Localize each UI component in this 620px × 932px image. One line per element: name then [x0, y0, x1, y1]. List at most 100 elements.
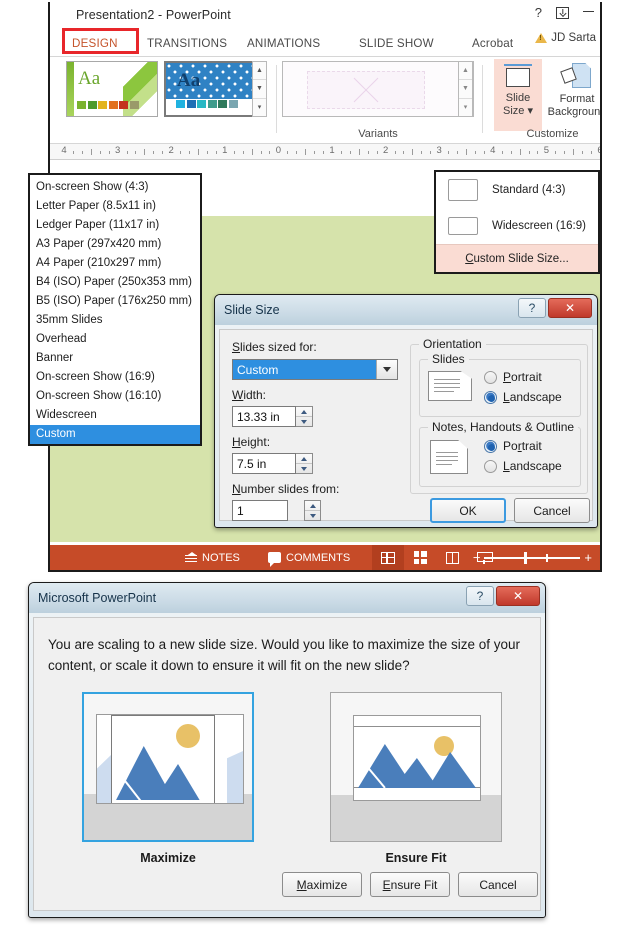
- width-spin-buttons[interactable]: [296, 406, 313, 427]
- number-spin-down-icon[interactable]: [305, 511, 320, 520]
- height-input[interactable]: 7.5 in: [232, 453, 296, 474]
- scaling-cancel-button[interactable]: Cancel: [458, 872, 538, 897]
- variants-scroll-down-icon[interactable]: ▼: [459, 80, 472, 99]
- notes-portrait-radio[interactable]: [484, 439, 497, 453]
- ruler-tick: [269, 151, 271, 154]
- restore-window-icon[interactable]: [556, 6, 569, 19]
- size-option[interactable]: A3 Paper (297x420 mm): [30, 235, 200, 254]
- zoom-slider-handle[interactable]: [524, 551, 528, 564]
- ensure-fit-option[interactable]: Ensure Fit: [330, 692, 502, 865]
- size-option[interactable]: On-screen Show (16:10): [30, 387, 200, 406]
- variant-placeholder[interactable]: [307, 71, 425, 109]
- themes-scroll-up-icon[interactable]: ▲: [253, 62, 266, 81]
- zoom-out-button[interactable]: −: [473, 550, 481, 565]
- size-option[interactable]: B5 (ISO) Paper (176x250 mm): [30, 292, 200, 311]
- horizontal-ruler[interactable]: 4 3 2 1 0 1 2 3 4 5 6: [50, 144, 600, 160]
- ok-button[interactable]: OK: [430, 498, 506, 523]
- slides-group-title: Slides: [428, 352, 469, 366]
- scaling-dialog-titlebar[interactable]: Microsoft PowerPoint ? ✕: [29, 583, 545, 613]
- size-option[interactable]: A4 Paper (210x297 mm): [30, 254, 200, 273]
- number-spin-buttons[interactable]: [304, 500, 321, 521]
- slide-sorter-icon[interactable]: [404, 545, 436, 570]
- tab-slide-show[interactable]: SLIDE SHOW: [357, 37, 436, 50]
- width-spin-up-icon[interactable]: [296, 407, 312, 417]
- themes-more-icon[interactable]: ▾: [253, 99, 266, 116]
- format-background-button[interactable]: Format Background: [546, 59, 600, 131]
- size-option[interactable]: Letter Paper (8.5x11 in): [30, 197, 200, 216]
- variants-more-icon[interactable]: ▾: [459, 99, 472, 116]
- size-option[interactable]: Custom: [30, 425, 200, 444]
- size-option[interactable]: 35mm Slides: [30, 311, 200, 330]
- minimize-window-icon[interactable]: [583, 11, 594, 12]
- size-option[interactable]: Ledger Paper (11x17 in): [30, 216, 200, 235]
- slides-sized-for-combobox[interactable]: Custom: [232, 359, 398, 380]
- slides-portrait-radio-row[interactable]: Portrait: [484, 370, 562, 384]
- chevron-down-icon[interactable]: [376, 360, 397, 379]
- themes-scroll-controls[interactable]: ▲ ▼ ▾: [252, 61, 267, 117]
- notes-portrait-radio-row[interactable]: Portrait: [484, 439, 562, 453]
- height-stepper[interactable]: 7.5 in: [232, 453, 398, 474]
- help-question-icon[interactable]: ?: [466, 586, 494, 606]
- comments-button[interactable]: COMMENTS: [268, 552, 350, 567]
- theme-thumbnail-blue[interactable]: Aa: [164, 61, 256, 117]
- slides-portrait-radio[interactable]: [484, 370, 497, 384]
- notes-landscape-radio[interactable]: [484, 459, 497, 473]
- tab-transitions[interactable]: TRANSITIONS: [145, 37, 229, 50]
- user-account-area[interactable]: JD Sarta: [535, 32, 596, 44]
- number-slides-from-input[interactable]: 1: [232, 500, 288, 521]
- ruler-tick: [153, 151, 155, 154]
- height-spin-down-icon[interactable]: [296, 464, 312, 473]
- ensure-fit-button[interactable]: Ensure Fit: [370, 872, 450, 897]
- ensure-fit-thumb-outer: [353, 715, 481, 801]
- variants-scroll-controls[interactable]: ▲ ▼ ▾: [458, 61, 473, 117]
- width-input[interactable]: 13.33 in: [232, 406, 296, 427]
- width-spin-down-icon[interactable]: [296, 417, 312, 426]
- height-spin-up-icon[interactable]: [296, 454, 312, 464]
- zoom-slider[interactable]: [484, 551, 581, 564]
- slide-size-dialog-titlebar[interactable]: Slide Size ? ✕: [215, 295, 597, 325]
- menu-item-widescreen[interactable]: Widescreen (16:9): [436, 208, 598, 244]
- close-x-icon[interactable]: ✕: [548, 298, 592, 318]
- themes-scroll-down-icon[interactable]: ▼: [253, 80, 266, 99]
- number-slides-from-stepper[interactable]: 1: [232, 500, 398, 521]
- size-option[interactable]: B4 (ISO) Paper (250x353 mm): [30, 273, 200, 292]
- cancel-button[interactable]: Cancel: [514, 498, 590, 523]
- help-question-icon[interactable]: ?: [518, 298, 546, 318]
- size-option[interactable]: Overhead: [30, 330, 200, 349]
- maximize-option[interactable]: Maximize: [82, 692, 254, 865]
- width-stepper[interactable]: 13.33 in: [232, 406, 398, 427]
- size-option[interactable]: On-screen Show (4:3): [30, 178, 200, 197]
- notes-landscape-radio-row[interactable]: Landscape: [484, 459, 562, 473]
- maximize-button[interactable]: Maximize: [282, 872, 362, 897]
- height-spin-buttons[interactable]: [296, 453, 313, 474]
- variants-gallery[interactable]: [282, 61, 474, 117]
- theme-thumbnail-green[interactable]: Aa: [66, 61, 158, 117]
- format-background-icon: [560, 63, 592, 91]
- ensure-fit-preview[interactable]: [330, 692, 502, 842]
- notes-button[interactable]: NOTES: [185, 552, 240, 564]
- size-option[interactable]: Banner: [30, 349, 200, 368]
- tab-animations[interactable]: ANIMATIONS: [245, 37, 322, 50]
- zoom-control[interactable]: − +: [473, 550, 592, 565]
- menu-item-standard[interactable]: Standard (4:3): [436, 172, 598, 208]
- slides-landscape-radio[interactable]: [484, 390, 497, 404]
- menu-item-standard-label: Standard (4:3): [492, 184, 566, 196]
- themes-gallery[interactable]: Aa Aa: [66, 61, 256, 117]
- menu-item-custom-slide-size[interactable]: Custom Slide Size...: [436, 244, 598, 272]
- size-option[interactable]: Widescreen: [30, 406, 200, 425]
- close-x-icon[interactable]: ✕: [496, 586, 540, 606]
- slide-size-dropdown-menu[interactable]: Standard (4:3) Widescreen (16:9) Custom …: [434, 170, 600, 274]
- zoom-in-button[interactable]: +: [584, 550, 592, 565]
- variants-scroll-up-icon[interactable]: ▲: [459, 62, 472, 81]
- slides-sized-for-listbox[interactable]: On-screen Show (4:3) Letter Paper (8.5x11…: [28, 173, 202, 446]
- reading-view-icon[interactable]: [436, 545, 468, 570]
- maximize-preview[interactable]: [82, 692, 254, 842]
- help-question-icon[interactable]: ?: [535, 6, 542, 19]
- slides-landscape-radio-row[interactable]: Landscape: [484, 390, 562, 404]
- number-spin-up-icon[interactable]: [305, 501, 320, 511]
- size-option[interactable]: On-screen Show (16:9): [30, 368, 200, 387]
- slide-size-button[interactable]: Slide Size ▾: [494, 59, 542, 131]
- chevron-down-icon[interactable]: ▾: [524, 105, 533, 117]
- normal-view-icon[interactable]: [372, 545, 404, 570]
- tab-acrobat[interactable]: Acrobat: [470, 37, 515, 50]
